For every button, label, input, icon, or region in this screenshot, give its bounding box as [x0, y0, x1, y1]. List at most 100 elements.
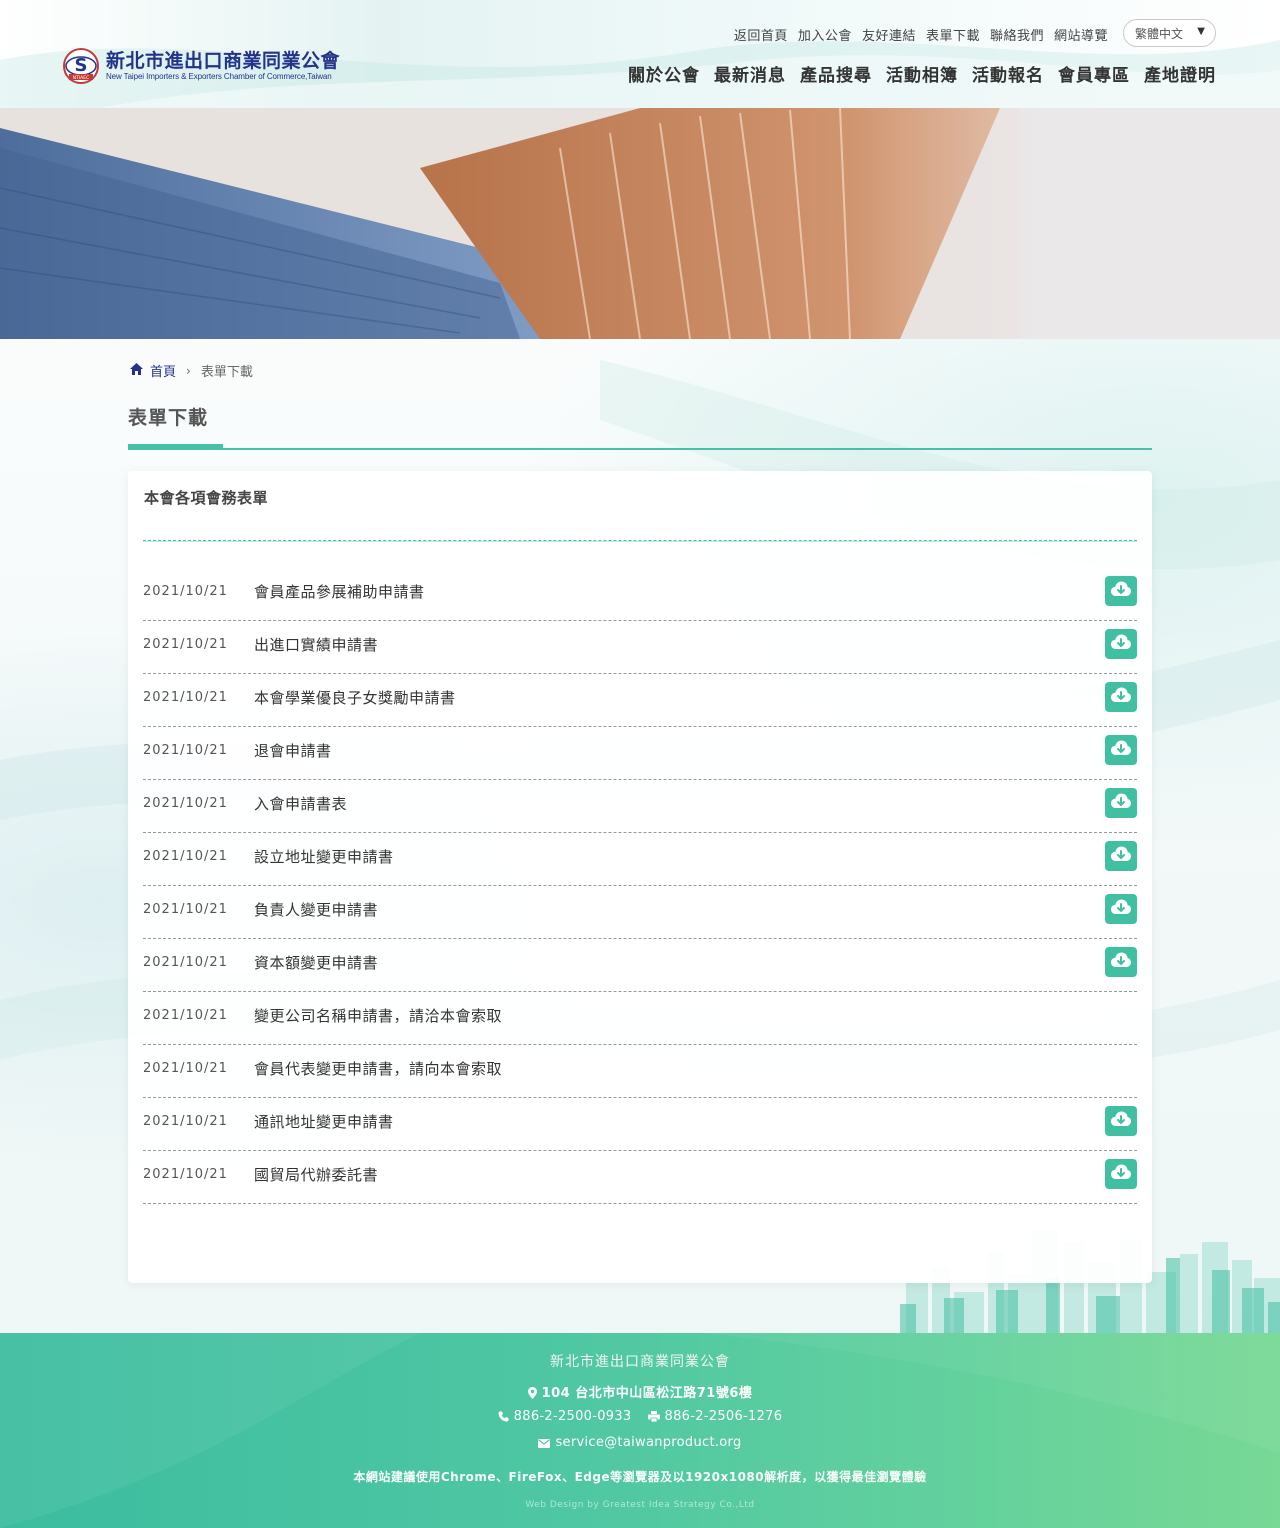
nav-origin-certificate[interactable]: 產地證明 [1144, 61, 1216, 86]
document-date: 2021/10/21 [143, 1167, 228, 1182]
site-name-zh: 新北市進出口商業同業公會 [106, 50, 341, 72]
logo-emblem-icon: S NTIAEC [62, 47, 100, 85]
cloud-download-icon [1110, 845, 1132, 867]
document-title: 通訊地址變更申請書 [254, 1113, 394, 1131]
nav-news[interactable]: 最新消息 [714, 61, 786, 86]
nav-product-search[interactable]: 產品搜尋 [800, 61, 872, 86]
footer-email-link[interactable]: service@taiwanproduct.org [555, 1435, 741, 1450]
download-button[interactable] [1105, 629, 1137, 659]
document-date: 2021/10/21 [143, 637, 228, 652]
download-button[interactable] [1105, 947, 1137, 977]
site-logo[interactable]: S NTIAEC 新北市進出口商業同業公會 New Taipei Importe… [62, 47, 340, 85]
download-button[interactable] [1105, 682, 1137, 712]
home-icon [129, 362, 144, 380]
document-title: 設立地址變更申請書 [254, 848, 394, 866]
document-date: 2021/10/21 [143, 1114, 228, 1129]
language-selected: 繁體中文 [1135, 26, 1184, 41]
top-link-home[interactable]: 返回首頁 [734, 25, 788, 44]
download-button[interactable] [1105, 894, 1137, 924]
cloud-download-icon [1110, 1163, 1132, 1185]
phone-icon [498, 1411, 509, 1426]
envelope-icon [538, 1437, 551, 1452]
document-date: 2021/10/21 [143, 1061, 228, 1076]
footer-browser-note: 本網站建議使用Chrome、FireFox、Edge等瀏覽器及以1920x108… [353, 1470, 927, 1484]
footer-org-name: 新北市進出口商業同業公會 [550, 1354, 730, 1370]
forms-card: 本會各項會務表單 2021/10/21 會員產品參展補助申請書 2021/10/… [128, 471, 1152, 1283]
title-divider-accent [128, 444, 223, 449]
document-row: 2021/10/21 國貿局代辦委託書 [143, 1151, 1137, 1204]
cloud-download-icon [1110, 739, 1132, 761]
top-link-sitemap[interactable]: 網站導覽 [1054, 25, 1108, 44]
footer-fax-text: 886-2-2506-1276 [664, 1409, 783, 1424]
document-row: 2021/10/21 退會申請書 [143, 727, 1137, 780]
document-row: 2021/10/21 資本額變更申請書 [143, 939, 1137, 992]
download-button[interactable] [1105, 841, 1137, 871]
nav-about[interactable]: 關於公會 [628, 61, 700, 86]
document-row: 2021/10/21 變更公司名稱申請書，請洽本會索取 [143, 992, 1137, 1045]
svg-text:S: S [75, 55, 88, 76]
site-footer: 新北市進出口商業同業公會 104 台北市中山區松江路71號6樓 886-2-25… [0, 1333, 1280, 1528]
utility-links: 返回首頁 加入公會 友好連結 表單下載 聯絡我們 網站導覽 [734, 25, 1108, 44]
footer-credit: Web Design by Greatest Idea Strategy Co.… [525, 1500, 755, 1510]
footer-address: 104 台北市中山區松江路71號6樓 [0, 1382, 1280, 1403]
map-pin-icon [527, 1387, 537, 1403]
download-button[interactable] [1105, 735, 1137, 765]
document-list: 2021/10/21 會員產品參展補助申請書 2021/10/21 出進口實績申… [143, 568, 1137, 1204]
breadcrumb: 首頁 › 表單下載 [129, 361, 253, 380]
document-row: 2021/10/21 本會學業優良子女獎勵申請書 [143, 674, 1137, 727]
breadcrumb-home-link[interactable]: 首頁 [150, 361, 176, 380]
section-title: 本會各項會務表單 [144, 489, 269, 507]
caret-down-icon: ▼ [1197, 26, 1205, 37]
document-date: 2021/10/21 [143, 1008, 228, 1023]
download-button[interactable] [1105, 788, 1137, 818]
document-title: 本會學業優良子女獎勵申請書 [254, 689, 456, 707]
document-row: 2021/10/21 設立地址變更申請書 [143, 833, 1137, 886]
document-row: 2021/10/21 入會申請書表 [143, 780, 1137, 833]
document-title: 國貿局代辦委託書 [254, 1166, 379, 1184]
nav-album[interactable]: 活動相簿 [886, 61, 958, 86]
document-row: 2021/10/21 出進口實績申請書 [143, 621, 1137, 674]
document-date: 2021/10/21 [143, 955, 228, 970]
section-divider [143, 540, 1137, 541]
download-button[interactable] [1105, 1106, 1137, 1136]
document-date: 2021/10/21 [143, 743, 228, 758]
svg-text:NTIAEC: NTIAEC [73, 75, 90, 81]
document-title: 出進口實績申請書 [254, 636, 379, 654]
site-header: S NTIAEC 新北市進出口商業同業公會 New Taipei Importe… [0, 0, 1280, 108]
footer-phones: 886-2-2500-0933 886-2-2506-1276 [0, 1409, 1280, 1426]
document-title: 變更公司名稱申請書，請洽本會索取 [254, 1007, 503, 1025]
document-title: 入會申請書表 [254, 795, 348, 813]
top-link-forms[interactable]: 表單下載 [926, 25, 980, 44]
document-row: 2021/10/21 會員產品參展補助申請書 [143, 568, 1137, 621]
document-date: 2021/10/21 [143, 584, 228, 599]
title-divider [128, 448, 1152, 450]
cloud-download-icon [1110, 792, 1132, 814]
document-date: 2021/10/21 [143, 690, 228, 705]
main-navigation: 關於公會 最新消息 產品搜尋 活動相簿 活動報名 會員專區 產地證明 [628, 61, 1216, 86]
top-link-friends[interactable]: 友好連結 [862, 25, 916, 44]
language-select[interactable]: 繁體中文 ▼ [1123, 19, 1216, 47]
nav-event-signup[interactable]: 活動報名 [972, 61, 1044, 86]
cloud-download-icon [1110, 580, 1132, 602]
cloud-download-icon [1110, 951, 1132, 973]
page-title: 表單下載 [128, 407, 209, 429]
document-title: 負責人變更申請書 [254, 901, 379, 919]
document-date: 2021/10/21 [143, 849, 228, 864]
document-row: 2021/10/21 負責人變更申請書 [143, 886, 1137, 939]
breadcrumb-current: 表單下載 [200, 365, 253, 380]
download-button[interactable] [1105, 576, 1137, 606]
nav-members[interactable]: 會員專區 [1058, 61, 1130, 86]
footer-email: service@taiwanproduct.org [0, 1435, 1280, 1452]
top-link-join[interactable]: 加入公會 [798, 25, 852, 44]
document-row: 2021/10/21 會員代表變更申請書，請向本會索取 [143, 1045, 1137, 1098]
document-title: 會員代表變更申請書，請向本會索取 [254, 1060, 503, 1078]
document-title: 會員產品參展補助申請書 [254, 583, 425, 601]
top-link-contact[interactable]: 聯絡我們 [990, 25, 1044, 44]
footer-phone-link[interactable]: 886-2-2500-0933 [514, 1409, 632, 1424]
document-date: 2021/10/21 [143, 796, 228, 811]
document-title: 資本額變更申請書 [254, 954, 379, 972]
download-button[interactable] [1105, 1159, 1137, 1189]
cloud-download-icon [1110, 1110, 1132, 1132]
cloud-download-icon [1110, 633, 1132, 655]
document-title: 退會申請書 [254, 742, 332, 760]
